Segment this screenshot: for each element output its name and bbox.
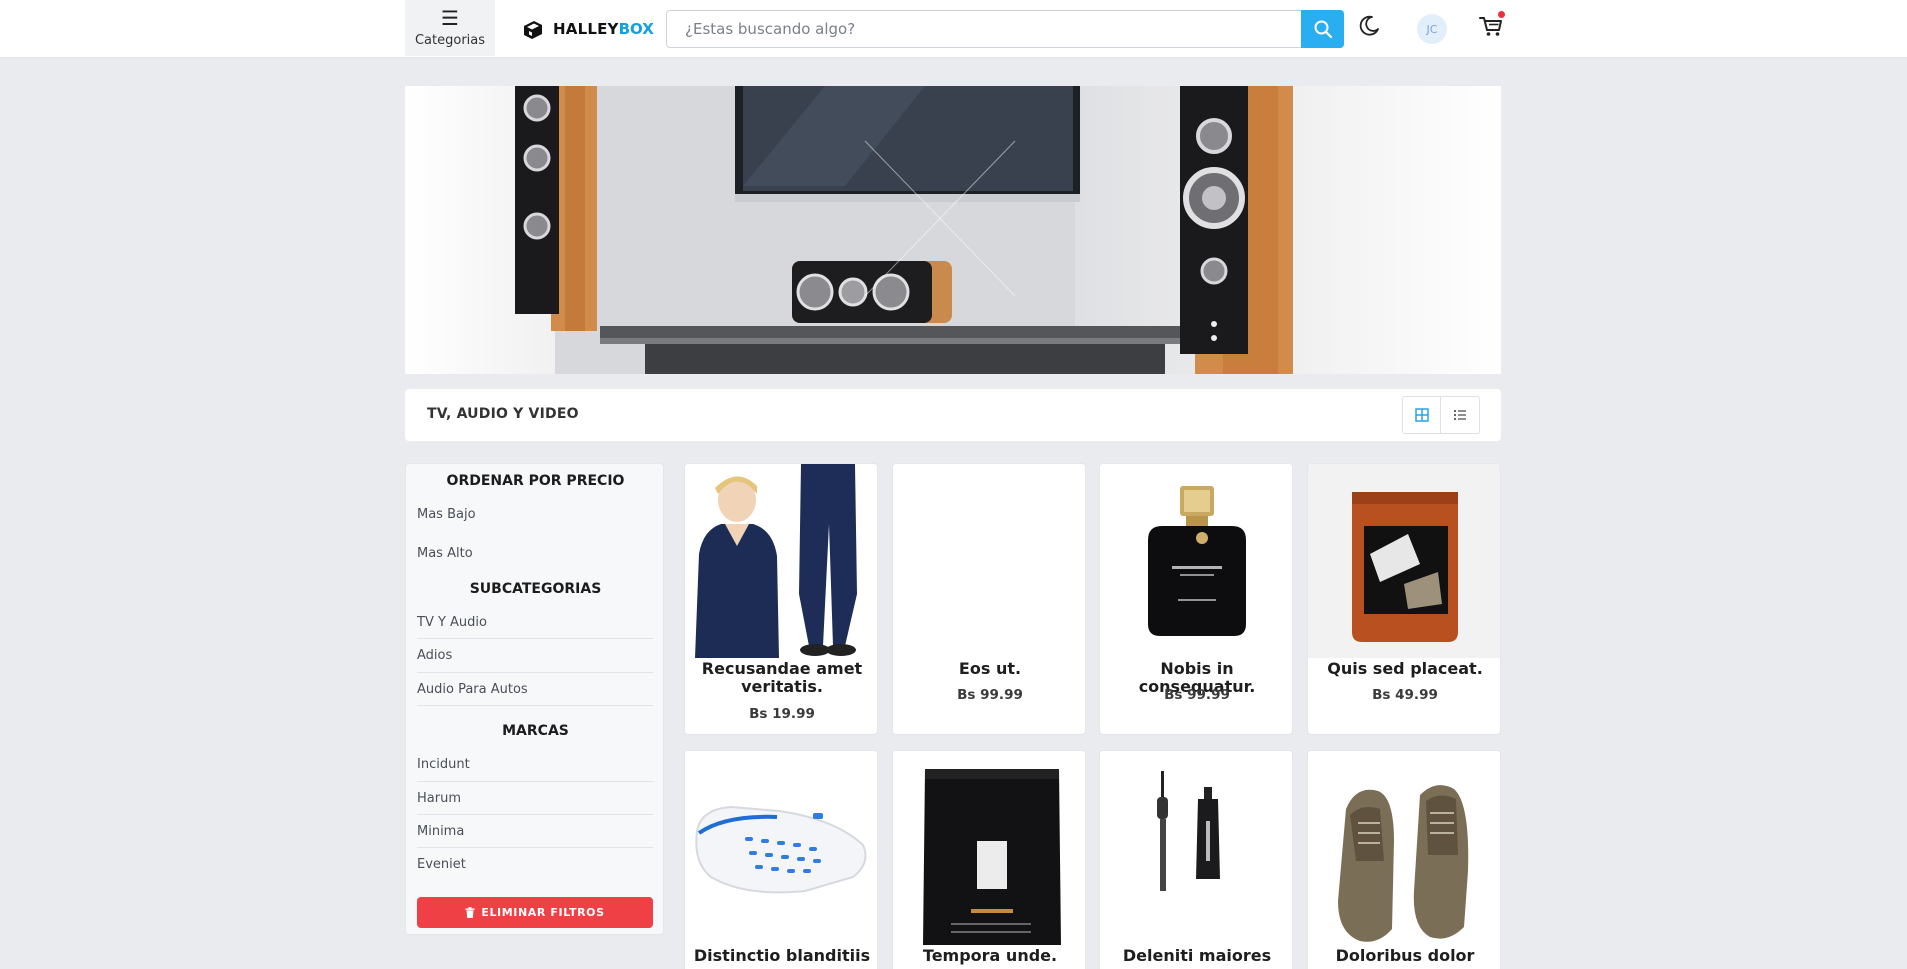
- search-bar: [666, 10, 1344, 48]
- product-image-mascara: [1100, 751, 1292, 945]
- divider: [417, 672, 653, 673]
- brand-item[interactable]: Minima: [417, 824, 464, 839]
- search-input[interactable]: [667, 11, 1287, 47]
- brand-item[interactable]: Incidunt: [417, 757, 470, 772]
- product-name: Recusandae amet veritatis.: [701, 659, 863, 696]
- list-view-icon: [1453, 409, 1466, 421]
- grid-view-icon: [1414, 408, 1429, 422]
- product-card[interactable]: Eos ut. Bs 99.99: [892, 463, 1086, 735]
- category-banner-image: [405, 86, 1501, 374]
- product-card[interactable]: Nobis in consequatur. Bs 99.99: [1099, 463, 1293, 735]
- dark-mode-moon-icon[interactable]: [1357, 14, 1381, 38]
- product-image-scrubs: [685, 464, 877, 658]
- filters-sidebar: ORDENAR POR PRECIO Mas Bajo Mas Alto SUB…: [405, 463, 664, 935]
- product-name: Eos ut.: [958, 659, 1022, 678]
- product-price: Bs 99.99: [1164, 687, 1230, 703]
- subcategory-item[interactable]: Adios: [417, 648, 452, 663]
- divider: [417, 638, 653, 639]
- brand-logo[interactable]: HALLEY BOX: [521, 14, 654, 44]
- hamburger-icon: ☰: [441, 5, 459, 30]
- category-title-bar: TV, AUDIO Y VIDEO: [405, 389, 1501, 441]
- subcategory-item[interactable]: TV Y Audio: [417, 615, 487, 630]
- sort-heading: ORDENAR POR PRECIO: [446, 473, 625, 489]
- trash-icon: [465, 907, 475, 918]
- product-name: Doloribus dolor: [1335, 946, 1475, 965]
- product-image-placeholder: [893, 464, 1085, 658]
- product-image-perfume: [1100, 464, 1292, 658]
- categories-menu-button[interactable]: ☰ Categorias: [405, 0, 495, 56]
- product-card[interactable]: Recusandae amet veritatis. Bs 19.99: [684, 463, 878, 735]
- grid-view-button[interactable]: [1402, 396, 1441, 434]
- product-card[interactable]: Doloribus dolor: [1307, 750, 1501, 969]
- product-image-coffee-bag-black: [893, 751, 1085, 945]
- category-title: TV, AUDIO Y VIDEO: [427, 406, 579, 422]
- product-price: Bs 19.99: [749, 706, 815, 722]
- list-view-button[interactable]: [1441, 396, 1480, 434]
- clear-filters-label: ELIMINAR FILTROS: [481, 906, 605, 919]
- product-name: Distinctio blanditiis: [693, 946, 871, 965]
- sort-option-high[interactable]: Mas Alto: [417, 546, 473, 561]
- product-name: Deleniti maiores: [1122, 946, 1272, 965]
- product-price: Bs 99.99: [957, 687, 1023, 703]
- categories-label: Categorias: [414, 32, 486, 48]
- cart-notification-dot: [1498, 11, 1505, 18]
- divider: [417, 705, 653, 706]
- product-image-shoes: [1308, 751, 1500, 945]
- search-icon: [1314, 20, 1332, 39]
- product-price: Bs 49.99: [1372, 687, 1438, 703]
- logo-text-halley: HALLEY: [553, 20, 619, 38]
- top-navbar: ☰ Categorias HALLEYBOX JC: [0, 0, 1907, 58]
- subcategories-heading: SUBCATEGORIAS: [469, 581, 602, 597]
- product-name: Tempora unde.: [922, 946, 1058, 965]
- brand-item[interactable]: Eveniet: [417, 857, 466, 872]
- brand-item[interactable]: Harum: [417, 791, 461, 806]
- divider: [417, 814, 653, 815]
- product-card[interactable]: Tempora unde.: [892, 750, 1086, 969]
- logo-box-icon: [524, 21, 542, 39]
- product-name: Quis sed placeat.: [1327, 659, 1483, 678]
- clear-filters-button[interactable]: ELIMINAR FILTROS: [417, 897, 653, 928]
- product-card[interactable]: Quis sed placeat. Bs 49.99: [1307, 463, 1501, 735]
- product-card[interactable]: Distinctio blanditiis: [684, 750, 878, 969]
- product-image-coffee-bag-orange: [1308, 464, 1500, 658]
- sort-option-low[interactable]: Mas Bajo: [417, 507, 476, 522]
- search-button[interactable]: [1301, 10, 1344, 48]
- brands-heading: MARCAS: [502, 723, 569, 739]
- product-card[interactable]: Deleniti maiores: [1099, 750, 1293, 969]
- logo-text-box: BOX: [618, 20, 654, 38]
- home-theater-illustration: [515, 86, 1293, 374]
- subcategory-item[interactable]: Audio Para Autos: [417, 682, 528, 697]
- user-avatar[interactable]: JC: [1417, 14, 1447, 44]
- product-image-clog: [685, 751, 877, 945]
- divider: [417, 781, 653, 782]
- divider: [417, 847, 653, 848]
